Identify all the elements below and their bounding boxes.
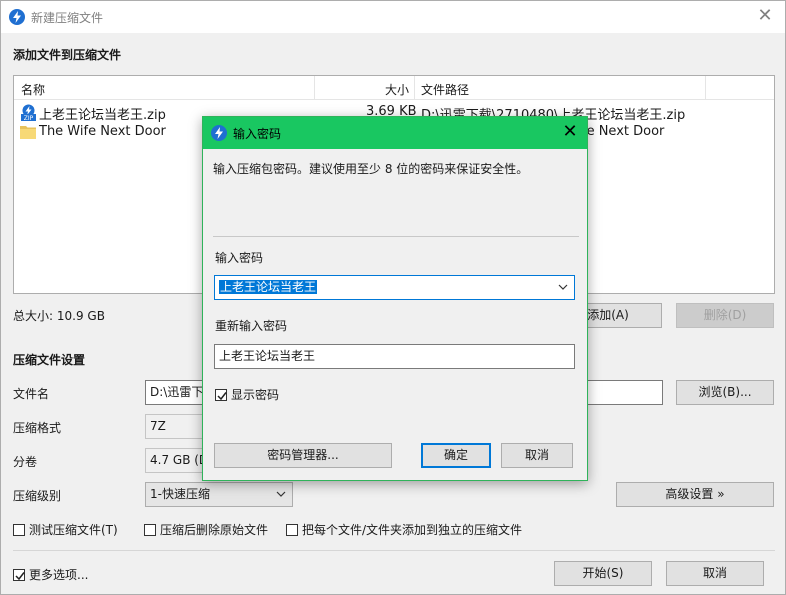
- checkbox-box[interactable]: [144, 523, 156, 536]
- cancel-button[interactable]: 取消: [666, 561, 764, 586]
- bandizip-icon: [9, 9, 25, 25]
- file-name: The Wife Next Door: [39, 124, 166, 139]
- password-manager-button[interactable]: 密码管理器...: [214, 443, 392, 468]
- chevron-down-icon: [276, 491, 286, 497]
- checkbox-box[interactable]: [215, 388, 227, 401]
- file-path: fe Next Door: [582, 124, 665, 139]
- dialog-close-icon[interactable]: ✕: [553, 117, 587, 149]
- checkbox-box[interactable]: [13, 523, 25, 536]
- level-select-value: 1-快速压缩: [150, 487, 210, 501]
- zip-icon: ZIP: [21, 104, 36, 121]
- svg-text:ZIP: ZIP: [24, 115, 34, 121]
- checkbox-box[interactable]: [286, 523, 298, 536]
- column-separator[interactable]: [414, 76, 415, 100]
- column-separator[interactable]: [705, 76, 706, 100]
- filename-label: 文件名: [13, 387, 50, 401]
- password-label: 输入密码: [215, 251, 264, 265]
- dialog-titlebar[interactable]: 输入密码 ✕: [203, 117, 587, 149]
- password-dialog: 输入密码 ✕ 输入压缩包密码。建议使用至少 8 位的密码来保证安全性。 输入密码…: [202, 116, 588, 481]
- delete-button[interactable]: 删除(D): [676, 303, 774, 328]
- column-separator[interactable]: [314, 76, 315, 100]
- window-close-icon[interactable]: ✕: [745, 1, 785, 33]
- compress-window: 新建压缩文件 ✕ 添加文件到压缩文件 名称 大小 文件路径 ZIP 上老王论坛当…: [0, 0, 786, 595]
- dialog-cancel-button[interactable]: 取消: [501, 443, 573, 468]
- file-name: 上老王论坛当老王.zip: [39, 108, 166, 123]
- browse-button[interactable]: 浏览(B)...: [676, 380, 774, 405]
- bandizip-icon: [211, 125, 227, 141]
- chevron-down-icon[interactable]: [558, 283, 568, 291]
- test-archive-checkbox[interactable]: 测试压缩文件(T): [13, 521, 118, 537]
- footer-divider: [13, 550, 775, 551]
- file-list-header: 名称 大小 文件路径: [14, 76, 774, 100]
- delete-after-checkbox[interactable]: 压缩后删除原始文件: [144, 521, 268, 537]
- column-header-name[interactable]: 名称: [21, 81, 45, 98]
- window-titlebar[interactable]: 新建压缩文件 ✕: [1, 1, 785, 33]
- column-header-size[interactable]: 大小: [385, 81, 409, 98]
- advanced-settings-button[interactable]: 高级设置 »: [616, 482, 774, 507]
- each-separate-checkbox[interactable]: 把每个文件/文件夹添加到独立的压缩文件: [286, 521, 522, 537]
- checkbox-box[interactable]: [13, 568, 25, 581]
- reenter-password-label: 重新输入密码: [215, 319, 288, 333]
- show-password-label: 显示密码: [231, 388, 280, 402]
- start-button[interactable]: 开始(S): [554, 561, 652, 586]
- reenter-password-input[interactable]: 上老王论坛当老王: [214, 344, 575, 369]
- folder-icon: [20, 126, 36, 139]
- more-options-checkbox[interactable]: 更多选项...: [13, 566, 88, 582]
- password-input-value: 上老王论坛当老王: [219, 280, 318, 294]
- show-password-checkbox[interactable]: 显示密码: [215, 386, 279, 402]
- column-header-path[interactable]: 文件路径: [421, 81, 469, 98]
- format-label: 压缩格式: [13, 421, 62, 435]
- delete-after-label: 压缩后删除原始文件: [160, 523, 269, 537]
- password-input[interactable]: 上老王论坛当老王: [214, 275, 575, 300]
- checkmark-icon: [217, 391, 227, 400]
- add-files-section-title: 添加文件到压缩文件: [13, 48, 122, 62]
- settings-section-title: 压缩文件设置: [13, 353, 86, 367]
- total-size-label: 总大小: 10.9 GB: [13, 309, 105, 323]
- each-separate-label: 把每个文件/文件夹添加到独立的压缩文件: [302, 523, 523, 537]
- split-label: 分卷: [13, 455, 38, 469]
- more-options-label: 更多选项...: [29, 568, 89, 582]
- level-select[interactable]: 1-快速压缩: [145, 482, 293, 507]
- dialog-divider: [213, 236, 579, 237]
- test-archive-label: 测试压缩文件(T): [29, 523, 118, 537]
- dialog-title: 输入密码: [233, 127, 282, 141]
- level-label: 压缩级别: [13, 489, 62, 503]
- dialog-description: 输入压缩包密码。建议使用至少 8 位的密码来保证安全性。: [213, 162, 529, 176]
- ok-button[interactable]: 确定: [421, 443, 491, 468]
- window-title: 新建压缩文件: [31, 11, 104, 25]
- checkmark-icon: [15, 571, 25, 580]
